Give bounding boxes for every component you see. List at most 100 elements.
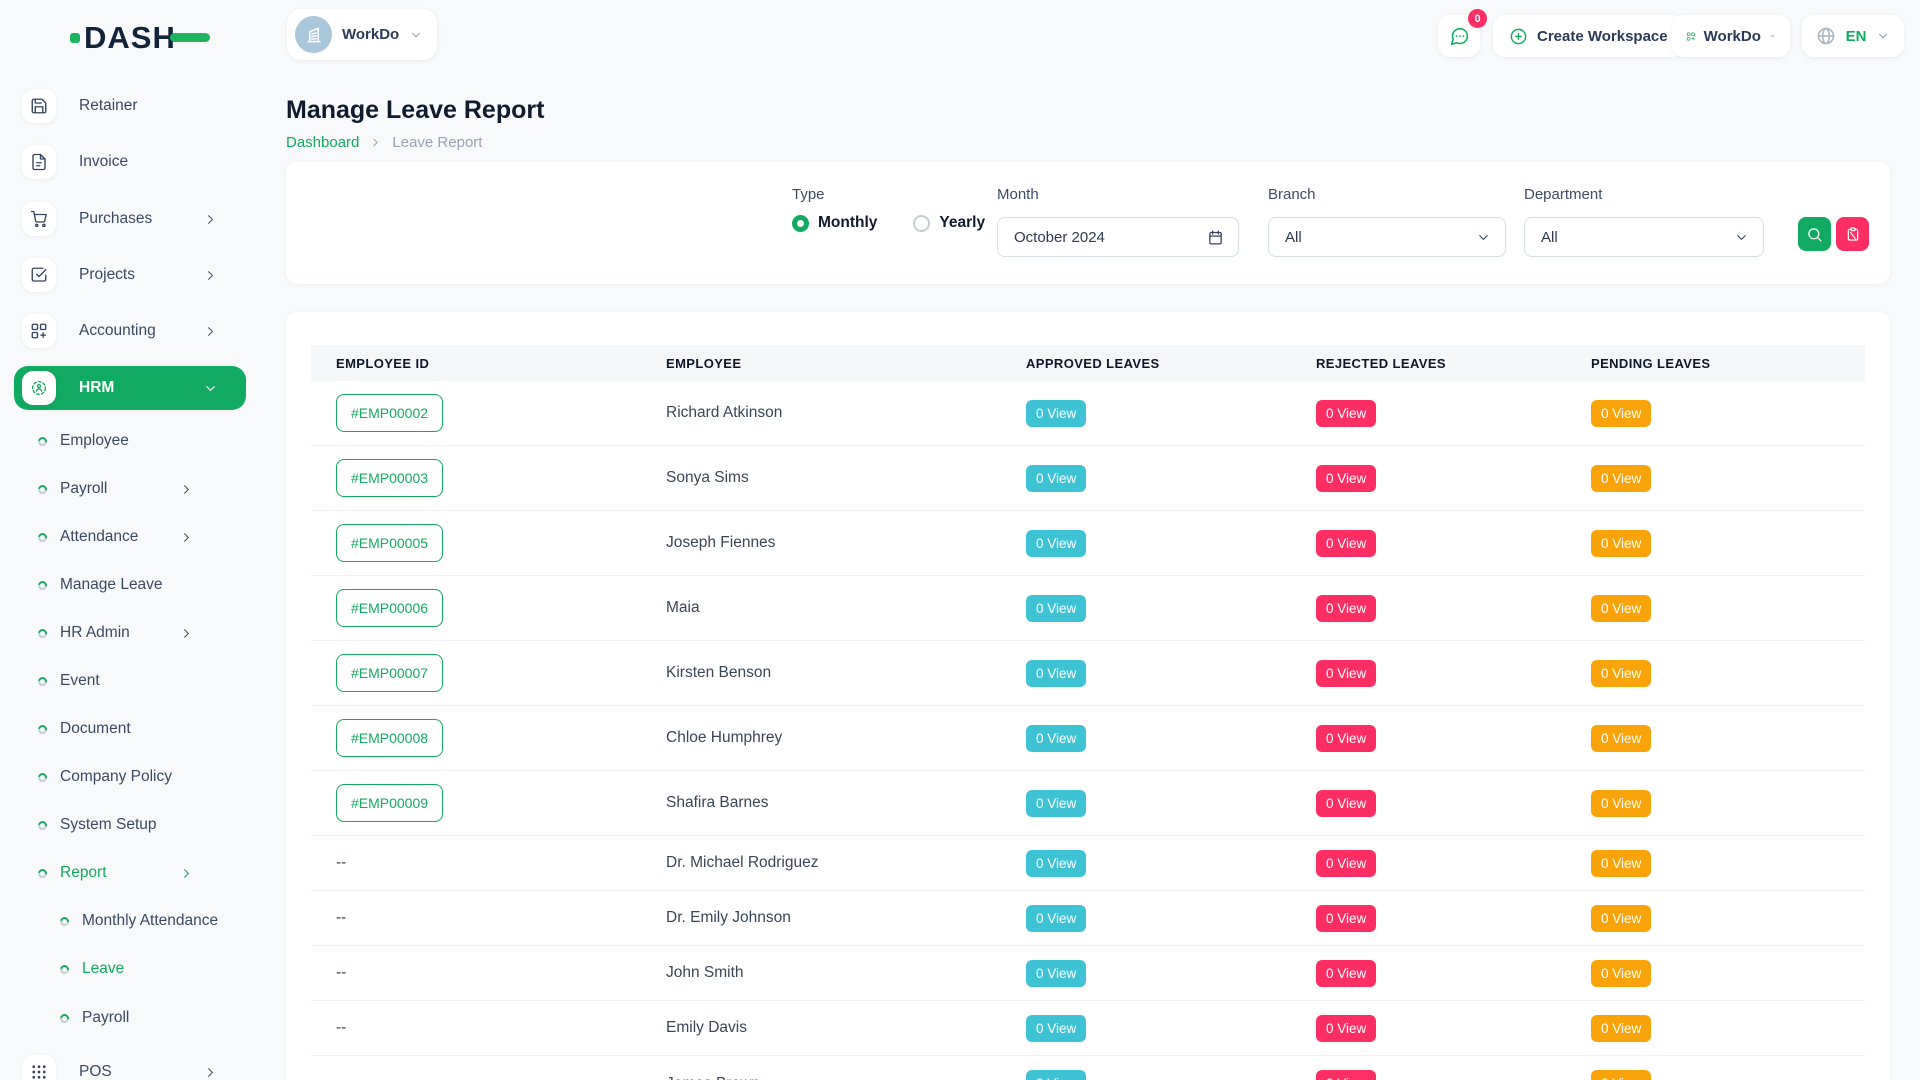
approved-leaves-badge[interactable]: 0 View — [1026, 660, 1086, 687]
hrm-icon-tile — [22, 371, 56, 405]
approved-leaves-badge[interactable]: 0 View — [1026, 790, 1086, 817]
employee-id-button[interactable]: #EMP00002 — [336, 394, 443, 432]
pending-leaves-badge[interactable]: 0 View — [1591, 465, 1651, 492]
rejected-leaves-badge[interactable]: 0 View — [1316, 530, 1376, 557]
sidebar-subitem-attendance[interactable]: Attendance — [38, 515, 246, 559]
chevron-down-icon — [1476, 230, 1491, 245]
approved-leaves-badge[interactable]: 0 View — [1026, 850, 1086, 877]
sidebar-subitem-company-policy[interactable]: Company Policy — [38, 755, 246, 799]
sidebar-subitem-payroll[interactable]: Payroll — [38, 467, 246, 511]
type-monthly-radio[interactable] — [792, 215, 809, 232]
sidebar-subitem-event[interactable]: Event — [38, 659, 246, 703]
employee-name: Maia — [666, 599, 700, 616]
pending-leaves-badge[interactable]: 0 View — [1591, 960, 1651, 987]
month-input[interactable]: October 2024 — [997, 217, 1239, 257]
search-button[interactable] — [1798, 217, 1831, 251]
approved-leaves-badge[interactable]: 0 View — [1026, 1070, 1086, 1080]
rejected-leaves-badge[interactable]: 0 View — [1316, 1070, 1376, 1080]
pending-leaves-badge[interactable]: 0 View — [1591, 400, 1651, 427]
approved-leaves-badge[interactable]: 0 View — [1026, 530, 1086, 557]
sidebar-subitem-report[interactable]: Report — [38, 851, 246, 895]
workspace-selector[interactable]: WorkDo — [287, 9, 437, 60]
chevron-down-icon — [1876, 29, 1890, 43]
sidebar-subitem-document[interactable]: Document — [38, 707, 246, 751]
sidebar-subitem-employee[interactable]: Employee — [38, 419, 246, 463]
employee-name: James Brown — [666, 1075, 760, 1080]
sidebar-item-pos[interactable]: POS — [14, 1050, 246, 1080]
check-square-icon — [30, 266, 48, 284]
employee-id-button[interactable]: #EMP00006 — [336, 589, 443, 627]
pending-leaves-badge[interactable]: 0 View — [1591, 725, 1651, 752]
pending-leaves-badge[interactable]: 0 View — [1591, 1015, 1651, 1042]
bullet-ring-icon — [36, 819, 49, 832]
bullet-ring-icon — [58, 1012, 71, 1025]
rejected-leaves-badge[interactable]: 0 View — [1316, 725, 1376, 752]
branch-value: All — [1285, 229, 1476, 246]
workdo-menu-button[interactable]: WorkDo — [1672, 15, 1790, 57]
pending-leaves-badge[interactable]: 0 View — [1591, 1070, 1651, 1080]
sidebar-subitem-monthly-attendance[interactable]: Monthly Attendance — [60, 899, 268, 943]
table-row: #EMP00003Sonya Sims0 View0 View0 View — [311, 446, 1865, 511]
sidebar-item-invoice[interactable]: Invoice — [14, 140, 246, 184]
bullet-ring-icon — [36, 627, 49, 640]
rejected-leaves-badge[interactable]: 0 View — [1316, 1015, 1376, 1042]
approved-leaves-badge[interactable]: 0 View — [1026, 465, 1086, 492]
approved-leaves-badge[interactable]: 0 View — [1026, 905, 1086, 932]
bullet-ring-icon — [58, 963, 71, 976]
pending-leaves-badge[interactable]: 0 View — [1591, 905, 1651, 932]
leave-report-table: EMPLOYEE ID EMPLOYEE APPROVED LEAVES REJ… — [286, 312, 1890, 1080]
branch-label: Branch — [1268, 186, 1316, 203]
sidebar-item-accounting[interactable]: Accounting — [14, 309, 246, 353]
sidebar-subitem-leave[interactable]: Leave — [60, 947, 268, 991]
breadcrumb-dashboard-link[interactable]: Dashboard — [286, 134, 359, 151]
rejected-leaves-badge[interactable]: 0 View — [1316, 850, 1376, 877]
pending-leaves-badge[interactable]: 0 View — [1591, 595, 1651, 622]
branch-select[interactable]: All — [1268, 217, 1506, 257]
rejected-leaves-badge[interactable]: 0 View — [1316, 465, 1376, 492]
pending-leaves-badge[interactable]: 0 View — [1591, 660, 1651, 687]
clipboard-slash-icon — [1845, 226, 1861, 242]
employee-id-button[interactable]: #EMP00008 — [336, 719, 443, 757]
employee-id-button[interactable]: #EMP00009 — [336, 784, 443, 822]
rejected-leaves-badge[interactable]: 0 View — [1316, 595, 1376, 622]
sidebar-item-retainer[interactable]: Retainer — [14, 84, 246, 128]
table-row: #EMP00009Shafira Barnes0 View0 View0 Vie… — [311, 771, 1865, 836]
sidebar-item-purchases[interactable]: Purchases — [14, 197, 246, 241]
employee-id-empty: -- — [336, 1075, 346, 1080]
messages-button[interactable]: 0 — [1438, 15, 1480, 57]
approved-leaves-badge[interactable]: 0 View — [1026, 1015, 1086, 1042]
rejected-leaves-badge[interactable]: 0 View — [1316, 660, 1376, 687]
sidebar-item-projects[interactable]: Projects — [14, 253, 246, 297]
type-yearly-radio[interactable] — [913, 215, 930, 232]
pending-leaves-badge[interactable]: 0 View — [1591, 850, 1651, 877]
pending-leaves-badge[interactable]: 0 View — [1591, 530, 1651, 557]
language-selector[interactable]: EN — [1802, 15, 1904, 57]
sidebar-item-label: Purchases — [79, 210, 152, 228]
sidebar-item-label: Accounting — [79, 322, 156, 340]
sidebar-item-hrm[interactable]: HRM — [14, 366, 246, 410]
approved-leaves-badge[interactable]: 0 View — [1026, 960, 1086, 987]
cart-icon-tile — [22, 202, 56, 236]
grid-plus-icon — [1686, 27, 1696, 46]
reset-filter-button[interactable] — [1836, 217, 1869, 251]
approved-leaves-badge[interactable]: 0 View — [1026, 725, 1086, 752]
rejected-leaves-badge[interactable]: 0 View — [1316, 790, 1376, 817]
employee-id-button[interactable]: #EMP00003 — [336, 459, 443, 497]
rejected-leaves-badge[interactable]: 0 View — [1316, 400, 1376, 427]
rejected-leaves-badge[interactable]: 0 View — [1316, 905, 1376, 932]
sidebar-subitem-hr-admin[interactable]: HR Admin — [38, 611, 246, 655]
sidebar-subitem-label: Monthly Attendance — [82, 912, 218, 930]
employee-id-button[interactable]: #EMP00005 — [336, 524, 443, 562]
pending-leaves-badge[interactable]: 0 View — [1591, 790, 1651, 817]
sidebar-subitem-system-setup[interactable]: System Setup — [38, 803, 246, 847]
employee-id-button[interactable]: #EMP00007 — [336, 654, 443, 692]
approved-leaves-badge[interactable]: 0 View — [1026, 400, 1086, 427]
approved-leaves-badge[interactable]: 0 View — [1026, 595, 1086, 622]
sidebar-subitem-payroll[interactable]: Payroll — [60, 996, 268, 1040]
create-workspace-button[interactable]: Create Workspace — [1493, 15, 1684, 57]
hrm-icon — [30, 379, 48, 397]
rejected-leaves-badge[interactable]: 0 View — [1316, 960, 1376, 987]
sidebar-subitem-manage-leave[interactable]: Manage Leave — [38, 563, 246, 607]
department-select[interactable]: All — [1524, 217, 1764, 257]
employee-name: Chloe Humphrey — [666, 729, 782, 746]
